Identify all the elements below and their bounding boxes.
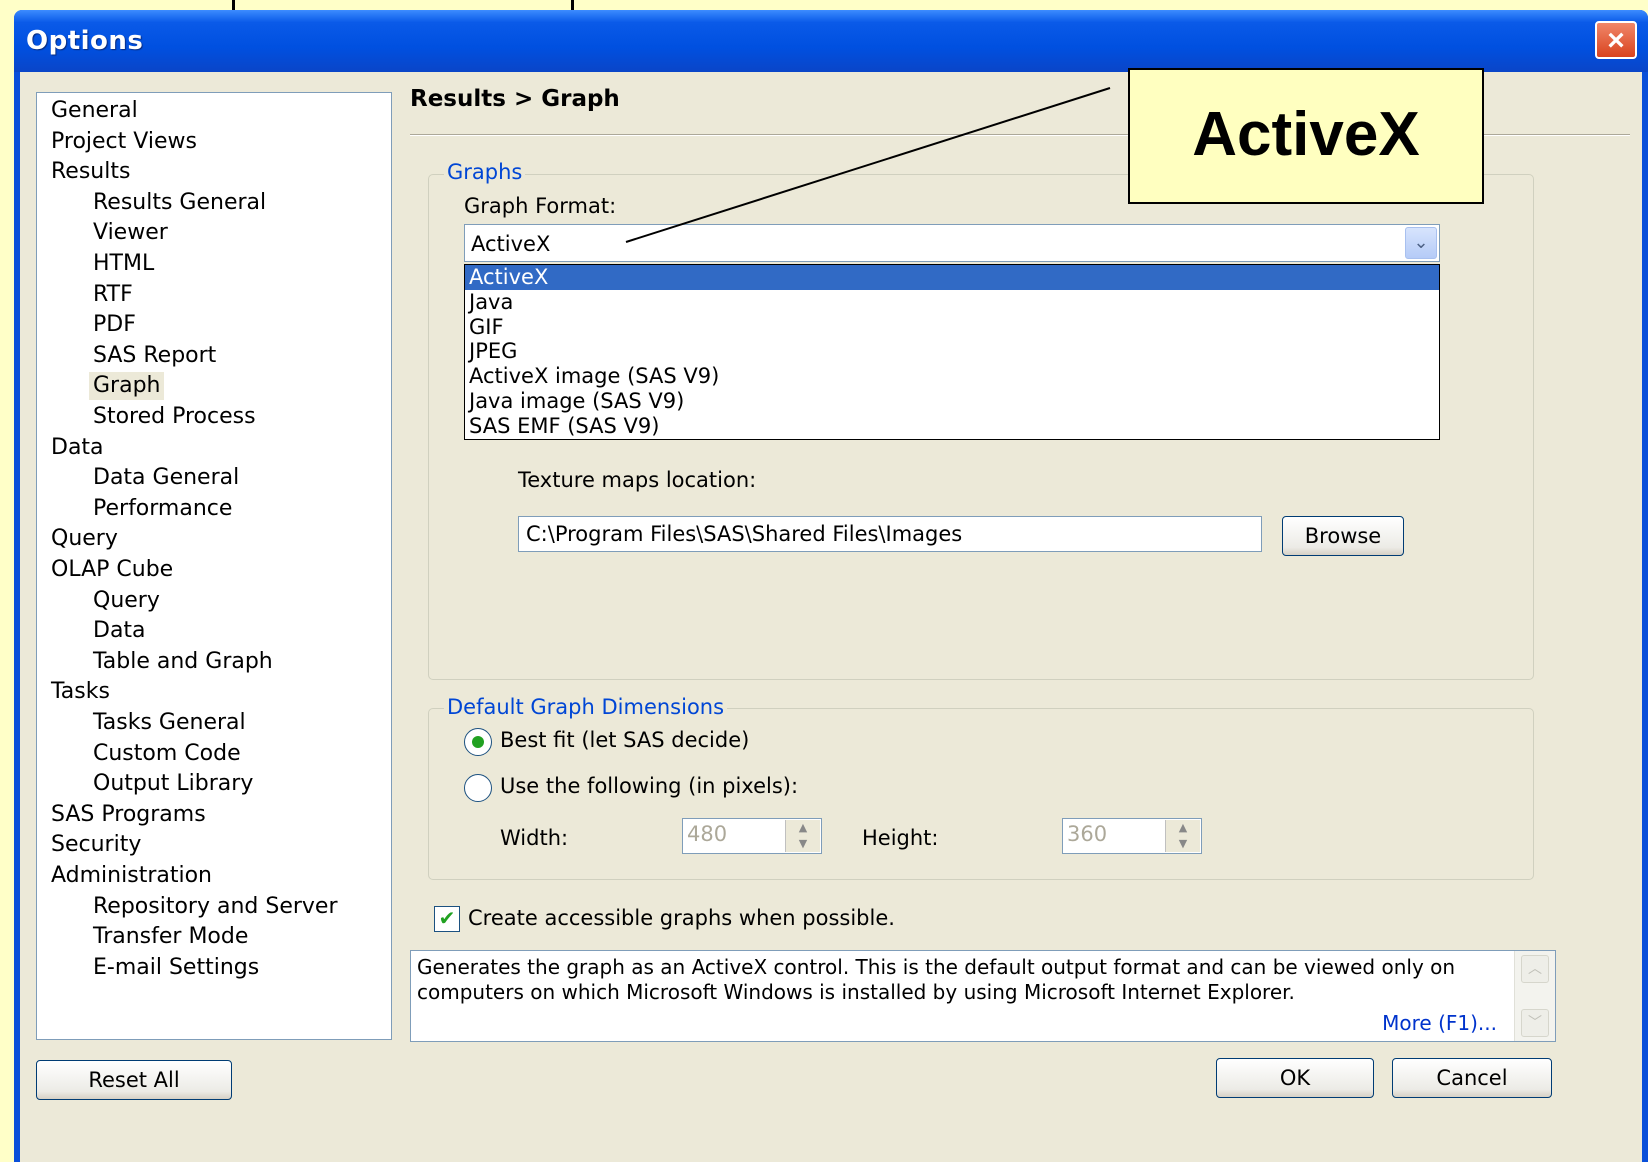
tree-item[interactable]: Security [47,831,145,859]
tree-item[interactable]: HTML [89,250,158,278]
width-spin-buttons[interactable]: ▲ ▼ [785,820,820,852]
tree-item[interactable]: Tasks [47,678,114,706]
best-fit-label: Best fit (let SAS decide) [500,728,750,752]
dropdown-option[interactable]: Java image (SAS V9) [465,389,1439,414]
tree-item[interactable]: OLAP Cube [47,556,177,584]
tree-item[interactable]: SAS Programs [47,801,210,829]
tree-item[interactable]: Tasks General [89,709,250,737]
browse-button[interactable]: Browse [1282,516,1404,556]
options-tree[interactable]: General Project Views Results Results Gener… [36,92,392,1040]
dialog-title: Options [26,26,144,56]
tree-item[interactable]: Project Views [47,128,201,156]
scroll-down-icon[interactable]: ﹀ [1521,1009,1549,1037]
dropdown-option[interactable]: SAS EMF (SAS V9) [465,414,1439,439]
texture-maps-input[interactable]: C:\Program Files\SAS\Shared Files\Images [518,516,1262,552]
spin-up-icon[interactable]: ▲ [786,820,820,836]
description-scrollbar[interactable]: ︿ ﹀ [1514,951,1555,1041]
graph-format-dropdown[interactable]: ActiveX Java GIF JPEG ActiveX image (SAS V9)… [464,264,1440,440]
graph-format-select[interactable]: ActiveX ⌄ [464,224,1440,262]
tree-item[interactable]: E-mail Settings [89,954,263,982]
dropdown-option[interactable]: GIF [465,315,1439,340]
tree-item[interactable]: RTF [89,281,137,309]
tree-item[interactable]: General [47,97,142,125]
tree-item[interactable]: Administration [47,862,216,890]
tree-item[interactable]: Transfer Mode [89,923,252,951]
tree-item[interactable]: Performance [89,495,236,523]
graph-format-value: ActiveX [471,232,551,256]
accessible-graphs-checkbox[interactable]: ✔ [434,906,460,932]
scroll-up-icon[interactable]: ︿ [1521,955,1549,983]
graphs-group-label: Graphs [444,160,526,184]
cancel-button[interactable]: Cancel [1392,1058,1552,1098]
description-box: Generates the graph as an ActiveX contro… [410,950,1556,1042]
tree-item[interactable]: Data [89,617,150,645]
use-following-label: Use the following (in pixels): [500,774,799,798]
tree-item[interactable]: Output Library [89,770,257,798]
height-spin-buttons[interactable]: ▲ ▼ [1165,820,1200,852]
reset-all-button[interactable]: Reset All [36,1060,232,1100]
use-following-radio[interactable] [464,774,492,802]
tree-item[interactable]: Query [47,525,122,553]
callout-box: ActiveX [1128,68,1484,204]
tree-item[interactable]: Data [47,434,108,462]
description-text: Generates the graph as an ActiveX contro… [417,955,1456,1004]
tree-item[interactable]: Results [47,158,134,186]
background-frame [232,0,574,10]
title-bar: Options × [14,10,1648,72]
tree-item[interactable]: Data General [89,464,243,492]
spin-down-icon[interactable]: ▼ [1166,836,1200,852]
tree-item[interactable]: Results General [89,189,270,217]
tree-item[interactable]: Graph [89,372,165,401]
tree-item[interactable]: Query [89,587,164,615]
dimensions-group-label: Default Graph Dimensions [444,695,728,719]
dropdown-option[interactable]: JPEG [465,339,1439,364]
tree-item[interactable]: Repository and Server [89,893,342,921]
tree-item[interactable]: Custom Code [89,740,245,768]
tree-item[interactable]: Table and Graph [89,648,277,676]
texture-maps-label: Texture maps location: [518,468,757,492]
more-help-link[interactable]: More (F1)... [1382,1011,1497,1035]
dropdown-option[interactable]: ActiveX [465,265,1439,290]
height-label: Height: [862,826,939,850]
dialog-client: General Project Views Results Results Gener… [20,72,1642,1162]
tree-item[interactable]: Viewer [89,219,172,247]
width-stepper[interactable]: 480 ▲ ▼ [682,818,822,854]
height-stepper[interactable]: 360 ▲ ▼ [1062,818,1202,854]
tree-item[interactable]: PDF [89,311,140,339]
height-value: 360 [1067,822,1108,846]
dropdown-option[interactable]: Java [465,290,1439,315]
accessible-graphs-label: Create accessible graphs when possible. [468,906,895,930]
ok-button[interactable]: OK [1216,1058,1374,1098]
tree-item[interactable]: Stored Process [89,403,260,431]
chevron-down-icon[interactable]: ⌄ [1405,227,1437,259]
dropdown-option[interactable]: ActiveX image (SAS V9) [465,364,1439,389]
close-icon[interactable]: × [1595,21,1637,59]
radio-selected-dot [472,736,484,748]
spin-down-icon[interactable]: ▼ [786,836,820,852]
tree-item[interactable]: SAS Report [89,342,220,370]
best-fit-radio[interactable] [464,728,492,756]
width-label: Width: [500,826,569,850]
graph-format-label: Graph Format: [464,194,617,218]
page-title: Results > Graph [410,86,620,112]
spin-up-icon[interactable]: ▲ [1166,820,1200,836]
width-value: 480 [687,822,728,846]
